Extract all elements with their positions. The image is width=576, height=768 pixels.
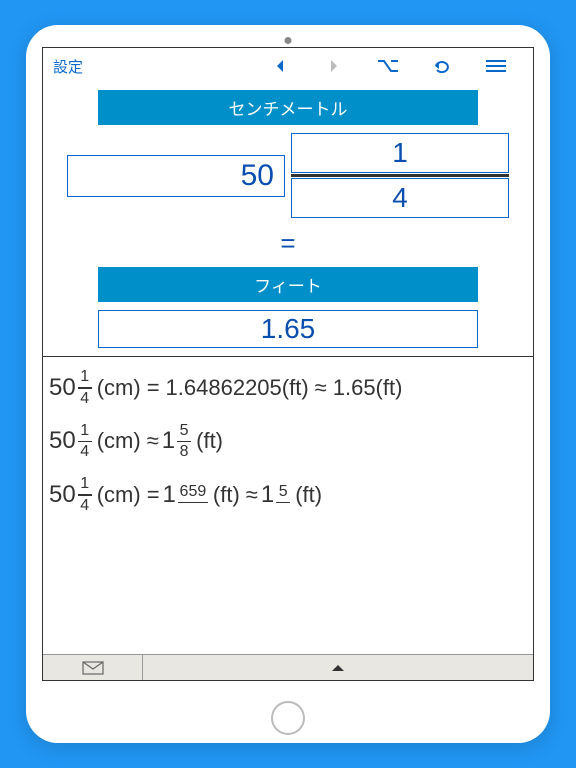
history-back-button[interactable] <box>253 50 307 82</box>
fraction-bar <box>78 441 92 443</box>
history-line: 50 1 4 (cm) = 1.64862205(ft) ≈ 1.65(ft) <box>49 369 527 407</box>
whole-value: 50 <box>49 375 76 401</box>
envelope-icon <box>82 661 104 675</box>
fraction-bar <box>276 502 290 504</box>
rounded-value: 1.65(ft) <box>333 376 403 400</box>
decimal-value: 1.64862205(ft) <box>166 376 309 400</box>
whole-value: 1 <box>261 482 274 508</box>
relation-symbol: = <box>147 376 160 400</box>
fraction-part: 1 4 <box>78 369 92 407</box>
whole-value: 1 <box>163 482 176 508</box>
whole-number-input[interactable]: 50 <box>67 155 285 197</box>
history-line: 50 1 4 (cm) ≈ 1 5 8 ( <box>49 423 527 461</box>
to-unit-banner[interactable]: フィート <box>98 267 478 302</box>
unit-label: (ft) <box>196 429 223 453</box>
mixed-fraction: 50 1 4 <box>49 423 94 461</box>
conversion-panel: センチメートル 50 1 4 = フィート 1.65 <box>43 84 533 356</box>
caret-left-icon <box>275 59 285 73</box>
numerator-value: 1 <box>80 423 89 439</box>
camera-dot <box>285 37 292 44</box>
menu-button[interactable] <box>469 50 523 82</box>
hamburger-menu-icon <box>486 60 506 72</box>
denominator-value: 8 <box>180 444 189 460</box>
fraction-bar <box>78 387 92 389</box>
fraction-bar <box>291 174 509 177</box>
equals-sign: = <box>53 228 523 259</box>
caret-right-icon <box>329 59 339 73</box>
mixed-fraction: 50 1 4 <box>49 369 94 407</box>
app-screen: 設定 センチメートル <box>42 47 534 681</box>
fraction-column: 1 4 <box>291 133 509 218</box>
denominator-value: 4 <box>80 498 89 514</box>
option-key-button[interactable] <box>361 50 415 82</box>
numerator-value: 1 <box>80 476 89 492</box>
bottom-bar <box>43 654 533 680</box>
whole-value: 50 <box>49 428 76 454</box>
history-line: 50 1 4 (cm) = 1 659 <box>49 476 527 514</box>
numerator-value: 1 <box>80 369 89 385</box>
home-button[interactable] <box>271 701 305 735</box>
numerator-input[interactable]: 1 <box>291 133 509 173</box>
history-panel: 50 1 4 (cm) = 1.64862205(ft) ≈ 1.65(ft) … <box>43 356 533 654</box>
numerator-value: 5 <box>180 423 189 439</box>
whole-value: 50 <box>49 482 76 508</box>
result-output[interactable]: 1.65 <box>98 310 478 348</box>
triangle-up-icon <box>331 664 345 672</box>
relation-symbol: = <box>147 483 160 507</box>
relation-symbol: ≈ <box>246 483 258 507</box>
expand-panel-button[interactable] <box>143 655 533 680</box>
unit-label: (ft) <box>295 483 322 507</box>
toolbar-nav-group <box>253 50 523 82</box>
numerator-value: 659 <box>180 484 207 500</box>
unit-label: (cm) <box>97 429 141 453</box>
mail-button[interactable] <box>43 655 143 680</box>
history-forward-button <box>307 50 361 82</box>
unit-label: (cm) <box>97 376 141 400</box>
mixed-fraction: 50 1 4 <box>49 476 94 514</box>
mixed-fraction: 1 659 <box>163 482 210 508</box>
toolbar: 設定 <box>43 48 533 84</box>
input-row: 50 1 4 <box>53 133 523 218</box>
option-key-icon <box>377 59 399 73</box>
fraction-part: 5 <box>276 484 290 506</box>
fraction-bar <box>78 494 92 496</box>
relation-symbol: ≈ <box>315 376 327 400</box>
undo-icon <box>432 59 452 73</box>
mixed-fraction: 1 5 <box>261 482 292 508</box>
relation-symbol: ≈ <box>147 429 159 453</box>
fraction-bar <box>178 502 208 504</box>
from-unit-banner[interactable]: センチメートル <box>98 90 478 125</box>
denominator-value: 4 <box>80 391 89 407</box>
settings-button[interactable]: 設定 <box>53 56 83 77</box>
fraction-part: 1 4 <box>78 476 92 514</box>
mixed-fraction: 1 5 8 <box>162 423 193 461</box>
fraction-part: 5 8 <box>177 423 191 461</box>
numerator-value: 5 <box>279 484 288 500</box>
denominator-input[interactable]: 4 <box>291 178 509 218</box>
denominator-value: 4 <box>80 444 89 460</box>
fraction-part: 1 4 <box>78 423 92 461</box>
fraction-bar <box>177 441 191 443</box>
undo-button[interactable] <box>415 50 469 82</box>
tablet-frame: 設定 センチメートル <box>26 25 550 743</box>
whole-value: 1 <box>162 428 175 454</box>
unit-label: (cm) <box>97 483 141 507</box>
fraction-part: 659 <box>178 484 208 506</box>
unit-label: (ft) <box>213 483 240 507</box>
